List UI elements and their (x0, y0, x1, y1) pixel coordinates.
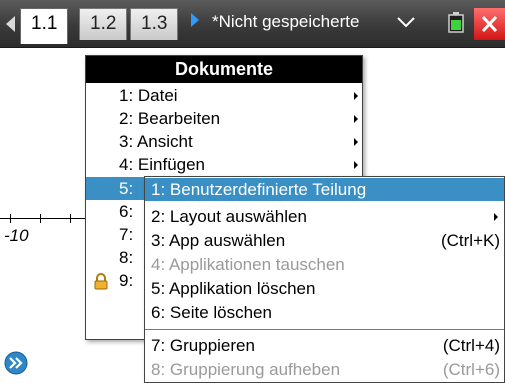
x-tick-label: -10 (4, 226, 29, 245)
tab-bar: 1.1 1.2 1.3 *Nicht gespeicherte (0, 0, 505, 48)
submenu-item-label: 5: Applikation löschen (151, 279, 316, 298)
submenu-arrow-icon (494, 213, 498, 221)
menu-separator (145, 329, 504, 330)
submenu-item-label: 8: Gruppierung aufheben (151, 360, 341, 379)
menu-item-label: 5: (119, 179, 134, 198)
submenu-item-label: 4: Applikationen tauschen (151, 255, 345, 274)
menu-item-label: 9: (119, 271, 134, 290)
shortcut-label: (Ctrl+K) (440, 231, 500, 250)
submenu-page-layout: 1: Benutzerdefinierte Teilung 2: Layout … (144, 176, 505, 383)
close-button[interactable] (474, 8, 505, 40)
shortcut-label: (Ctrl+6) (442, 360, 500, 379)
menu-item-label: 6: (119, 202, 134, 221)
close-icon (481, 15, 498, 33)
submenu-item-label: 1: Benutzerdefinierte Teilung (151, 180, 367, 199)
submenu-arrow-icon (354, 115, 358, 123)
submenu-item-label: 6: Seite löschen (151, 303, 272, 322)
submenu-item-label: 3: App auswählen (151, 231, 286, 250)
submenu-item-swap-apps: 4: Applikationen tauschen (145, 253, 504, 276)
expand-icon[interactable] (4, 351, 28, 375)
menu-item-datei[interactable]: 1: Datei (86, 84, 362, 107)
menu-item-ansicht[interactable]: 3: Ansicht (86, 130, 362, 153)
submenu-item-select-app[interactable]: 3: App auswählen (Ctrl+K) (145, 229, 504, 252)
submenu-arrow-icon (354, 138, 358, 146)
menu-item-label: 7: (119, 225, 134, 244)
axis-tick (10, 214, 11, 223)
tab-1-1[interactable]: 1.1 (20, 8, 69, 44)
menu-title: Dokumente (86, 56, 362, 83)
menu-item-label: 1: Datei (119, 86, 178, 105)
tab-1-3[interactable]: 1.3 (130, 8, 179, 40)
right-arrow-icon[interactable] (191, 13, 199, 27)
submenu-arrow-icon (354, 161, 358, 169)
axis-tick (70, 214, 71, 223)
submenu-item-delete-page[interactable]: 6: Seite löschen (145, 301, 504, 324)
submenu-item-custom-split[interactable]: 1: Benutzerdefinierte Teilung (145, 178, 504, 201)
submenu-item-delete-app[interactable]: 5: Applikation löschen (145, 277, 504, 300)
submenu-item-select-layout[interactable]: 2: Layout auswählen (145, 205, 504, 228)
battery-icon (448, 12, 464, 33)
x-axis (0, 218, 90, 219)
lock-icon (94, 273, 108, 290)
menu-item-label: 3: Ansicht (119, 132, 193, 151)
submenu-item-label: 7: Gruppieren (151, 336, 255, 355)
submenu-arrow-icon (354, 92, 358, 100)
submenu-item-ungroup: 8: Gruppierung aufheben (Ctrl+6) (145, 358, 504, 381)
submenu-item-label: 2: Layout auswählen (151, 207, 307, 226)
tab-1-2[interactable]: 1.2 (79, 8, 128, 40)
menu-item-label: 2: Bearbeiten (119, 109, 221, 128)
axis-tick (40, 214, 41, 223)
menu-item-label: 8: (119, 248, 134, 267)
menu-item-bearbeiten[interactable]: 2: Bearbeiten (86, 107, 362, 130)
shortcut-label: (Ctrl+4) (442, 336, 500, 355)
chevron-down-icon[interactable] (396, 14, 416, 30)
document-title[interactable]: *Nicht gespeicherte (212, 12, 359, 32)
submenu-item-group[interactable]: 7: Gruppieren (Ctrl+4) (145, 334, 504, 357)
menu-item-einfuegen[interactable]: 4: Einfügen (86, 153, 362, 176)
menu-item-label: 4: Einfügen (119, 155, 206, 174)
left-arrow-icon[interactable] (6, 16, 15, 32)
